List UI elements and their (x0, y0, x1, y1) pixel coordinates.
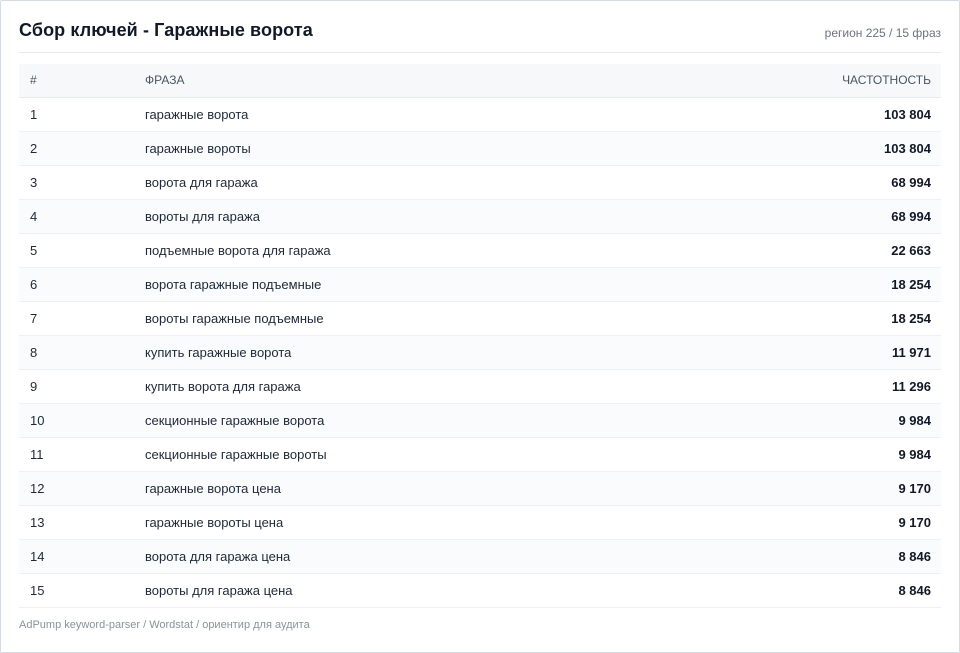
table-row[interactable]: 15 вороты для гаража цена 8 846 (19, 574, 941, 608)
table-row[interactable]: 10 секционные гаражные ворота 9 984 (19, 404, 941, 438)
row-number: 3 (30, 175, 38, 190)
row-phrase: гаражные ворота цена (145, 481, 281, 496)
row-number: 10 (30, 413, 45, 428)
row-phrase: подъемные ворота для гаража (145, 243, 331, 258)
row-number: 5 (30, 243, 38, 258)
row-frequency: 18 254 (891, 277, 931, 292)
row-frequency: 9 170 (898, 515, 931, 530)
table-row[interactable]: 11 секционные гаражные вороты 9 984 (19, 438, 941, 472)
row-frequency: 11 971 (891, 345, 931, 360)
footer-note: AdPump keyword-parser / Wordstat / ориен… (19, 619, 310, 631)
row-number: 8 (30, 345, 38, 360)
row-phrase: секционные гаражные ворота (145, 413, 325, 428)
row-number: 12 (30, 481, 45, 496)
row-phrase: гаражные ворота (145, 107, 249, 122)
row-frequency: 103 804 (884, 141, 931, 156)
row-number: 15 (30, 583, 45, 598)
keywords-table: # ФРАЗА ЧАСТОТНОСТЬ 1 гаражные ворота 103 … (19, 64, 941, 608)
table-row[interactable]: 3 ворота для гаража 68 994 (19, 166, 941, 200)
column-header-frequency[interactable]: ЧАСТОТНОСТЬ (842, 64, 931, 97)
page-title: Сбор ключей - Гаражные ворота (19, 20, 313, 40)
row-phrase: ворота для гаража (145, 175, 258, 190)
row-frequency: 9 984 (898, 413, 931, 428)
row-number: 11 (30, 447, 44, 462)
row-phrase: вороты гаражные подъемные (145, 311, 324, 326)
table-body: 1 гаражные ворота 103 804 2 гаражные вороты 1… (19, 98, 941, 608)
row-frequency: 8 846 (898, 549, 931, 564)
row-phrase: гаражные вороты цена (145, 515, 284, 530)
row-phrase: купить гаражные ворота (145, 345, 292, 360)
row-number: 2 (30, 141, 38, 156)
table-row[interactable]: 12 гаражные ворота цена 9 170 (19, 472, 941, 506)
row-number: 14 (30, 549, 45, 564)
table-header-row: # ФРАЗА ЧАСТОТНОСТЬ (19, 64, 941, 98)
panel-header: Сбор ключей - Гаражные ворота регион 225… (19, 1, 941, 53)
table-row[interactable]: 13 гаражные вороты цена 9 170 (19, 506, 941, 540)
row-frequency: 22 663 (891, 243, 931, 258)
row-number: 4 (30, 209, 38, 224)
row-frequency: 68 994 (891, 209, 931, 224)
row-frequency: 9 170 (898, 481, 931, 496)
row-phrase: купить ворота для гаража (145, 379, 301, 394)
row-number: 6 (30, 277, 38, 292)
row-number: 1 (30, 107, 38, 122)
table-row[interactable]: 5 подъемные ворота для гаража 22 663 (19, 234, 941, 268)
row-phrase: ворота для гаража цена (145, 549, 291, 564)
row-phrase: ворота гаражные подъемные (145, 277, 322, 292)
table-row[interactable]: 4 вороты для гаража 68 994 (19, 200, 941, 234)
table-row[interactable]: 9 купить ворота для гаража 11 296 (19, 370, 941, 404)
table-row[interactable]: 1 гаражные ворота 103 804 (19, 98, 941, 132)
row-frequency: 9 984 (898, 447, 931, 462)
row-number: 13 (30, 515, 45, 530)
table-row[interactable]: 14 ворота для гаража цена 8 846 (19, 540, 941, 574)
row-phrase: гаражные вороты (145, 141, 251, 156)
keyword-panel: Сбор ключей - Гаражные ворота регион 225… (0, 0, 960, 653)
table-row[interactable]: 2 гаражные вороты 103 804 (19, 132, 941, 166)
table-row[interactable]: 7 вороты гаражные подъемные 18 254 (19, 302, 941, 336)
row-frequency: 18 254 (891, 311, 931, 326)
row-number: 9 (30, 379, 38, 394)
row-phrase: вороты для гаража цена (145, 583, 293, 598)
region-phrase-count: регион 225 / 15 фраз (824, 26, 941, 40)
row-frequency: 103 804 (884, 107, 931, 122)
table-row[interactable]: 6 ворота гаражные подъемные 18 254 (19, 268, 941, 302)
row-frequency: 68 994 (891, 175, 931, 190)
row-phrase: вороты для гаража (145, 209, 260, 224)
row-number: 7 (30, 311, 38, 326)
column-header-phrase[interactable]: ФРАЗА (145, 64, 184, 97)
row-frequency: 8 846 (898, 583, 931, 598)
table-row[interactable]: 8 купить гаражные ворота 11 971 (19, 336, 941, 370)
column-header-num[interactable]: # (30, 64, 37, 97)
row-frequency: 11 296 (891, 379, 931, 394)
row-phrase: секционные гаражные вороты (145, 447, 327, 462)
